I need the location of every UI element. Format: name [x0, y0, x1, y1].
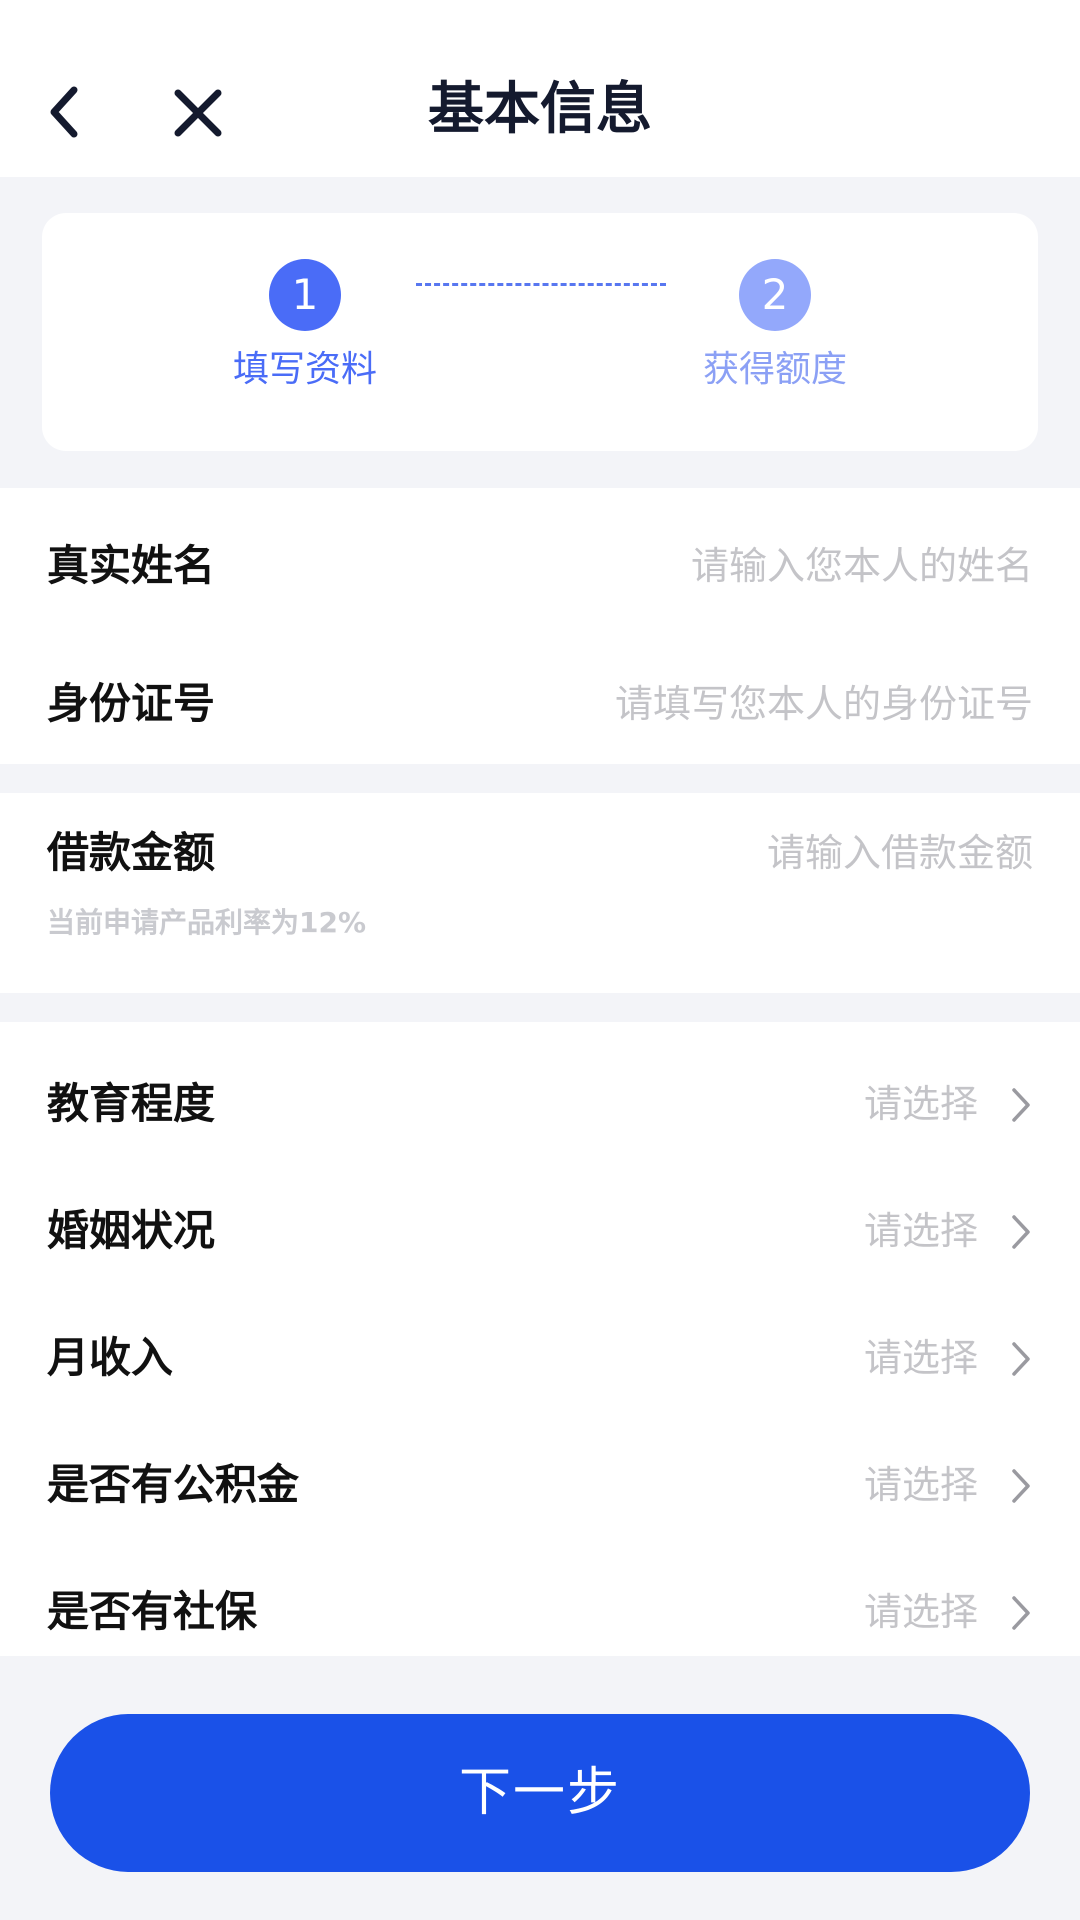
name-row: 真实姓名: [0, 506, 1080, 626]
step-1-circle: 1: [269, 259, 341, 331]
step-connector: [416, 283, 666, 286]
loan-amount-input[interactable]: [473, 823, 1033, 883]
marital-status-value: 请选择: [863, 1209, 978, 1253]
select-row-marital-status[interactable]: 婚姻状况 请选择: [0, 1171, 1080, 1291]
chevron-right-icon: [1012, 1342, 1030, 1376]
housing-fund-value: 请选择: [863, 1463, 978, 1507]
education-label: 教育程度: [47, 1079, 216, 1128]
nav-header: 基本信息: [0, 0, 1080, 177]
name-label: 真实姓名: [47, 541, 216, 590]
loan-amount-label: 借款金额: [47, 828, 216, 877]
monthly-income-value: 请选择: [863, 1336, 978, 1380]
progress-steps: 1 2 填写资料 获得额度: [42, 213, 1038, 451]
page-title: 基本信息: [428, 77, 652, 142]
social-insurance-value: 请选择: [863, 1590, 978, 1634]
interest-rate-hint: 当前申请产品利率为12%: [47, 906, 367, 939]
chevron-right-icon: [1012, 1596, 1030, 1630]
select-row-education[interactable]: 教育程度 请选择: [0, 1044, 1080, 1164]
select-row-housing-fund[interactable]: 是否有公积金 请选择: [0, 1425, 1080, 1545]
loan-section: 借款金额 当前申请产品利率为12%: [0, 793, 1080, 993]
step-1-label: 填写资料: [232, 349, 377, 390]
social-insurance-label: 是否有社保: [47, 1587, 258, 1636]
id-number-row: 身份证号: [0, 644, 1080, 764]
id-number-label: 身份证号: [47, 679, 216, 728]
housing-fund-label: 是否有公积金: [47, 1460, 300, 1509]
name-input[interactable]: [473, 536, 1033, 596]
step-2-label: 获得额度: [702, 349, 847, 390]
loan-amount-row: 借款金额: [0, 793, 1080, 913]
details-section: 教育程度 请选择 婚姻状况 请选择 月收入 请选择 是否有公积金 请选择 是否有…: [0, 1022, 1080, 1656]
step-2-circle: 2: [739, 259, 811, 331]
monthly-income-label: 月收入: [47, 1333, 174, 1382]
chevron-right-icon: [1012, 1469, 1030, 1503]
next-step-button[interactable]: 下一步: [50, 1714, 1030, 1872]
education-value: 请选择: [863, 1082, 978, 1126]
select-row-social-insurance[interactable]: 是否有社保 请选择: [0, 1552, 1080, 1672]
chevron-right-icon: [1012, 1088, 1030, 1122]
chevron-right-icon: [1012, 1215, 1030, 1249]
marital-status-label: 婚姻状况: [47, 1206, 216, 1255]
select-row-monthly-income[interactable]: 月收入 请选择: [0, 1298, 1080, 1418]
id-number-input[interactable]: [473, 674, 1033, 734]
identity-section: 真实姓名 身份证号: [0, 488, 1080, 764]
